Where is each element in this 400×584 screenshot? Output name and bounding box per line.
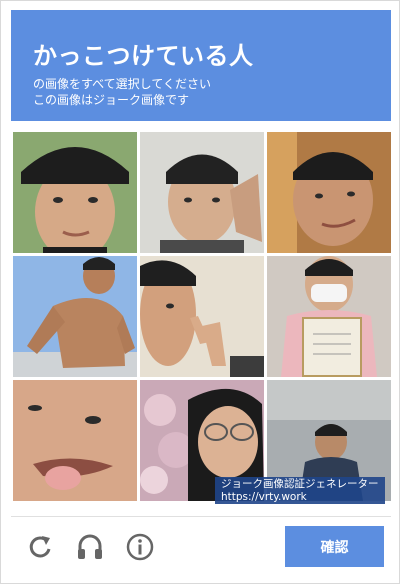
grid-tile-4[interactable]	[13, 256, 137, 377]
verify-button[interactable]: 確認	[285, 526, 384, 567]
info-icon	[126, 533, 154, 561]
challenge-title: かっこつけている人	[33, 42, 254, 70]
grid-tile-6[interactable]	[267, 256, 391, 377]
footer-divider	[11, 516, 391, 517]
tile-3-image	[267, 132, 391, 253]
reload-button[interactable]	[25, 532, 55, 562]
captcha-frame: かっこつけている人 の画像をすべて選択してください この画像はジョーク画像です	[0, 0, 400, 584]
generator-watermark: ジョーク画像認証ジェネレーター https://vrty.work	[215, 477, 385, 504]
tile-6-image	[267, 256, 391, 377]
captcha-header: かっこつけている人 の画像をすべて選択してください この画像はジョーク画像です	[11, 10, 391, 121]
joke-notice: この画像はジョーク画像です	[33, 93, 190, 107]
reload-icon	[29, 536, 51, 558]
tile-5-image	[140, 256, 264, 377]
grid-tile-7[interactable]	[13, 380, 137, 501]
grid-tile-3[interactable]	[267, 132, 391, 253]
image-grid	[13, 132, 391, 505]
grid-tile-2[interactable]	[140, 132, 264, 253]
tile-1-image	[13, 132, 137, 253]
grid-tile-1[interactable]	[13, 132, 137, 253]
tile-2-image	[140, 132, 264, 253]
challenge-instruction: の画像をすべて選択してください	[33, 77, 211, 91]
info-button[interactable]	[125, 532, 155, 562]
headphones-icon	[78, 534, 102, 559]
watermark-url: https://vrty.work	[221, 491, 307, 503]
watermark-title: ジョーク画像認証ジェネレーター	[221, 478, 379, 490]
tile-7-image	[13, 380, 137, 501]
tile-4-image	[13, 256, 137, 377]
grid-tile-5[interactable]	[140, 256, 264, 377]
audio-challenge-button[interactable]	[75, 532, 105, 562]
